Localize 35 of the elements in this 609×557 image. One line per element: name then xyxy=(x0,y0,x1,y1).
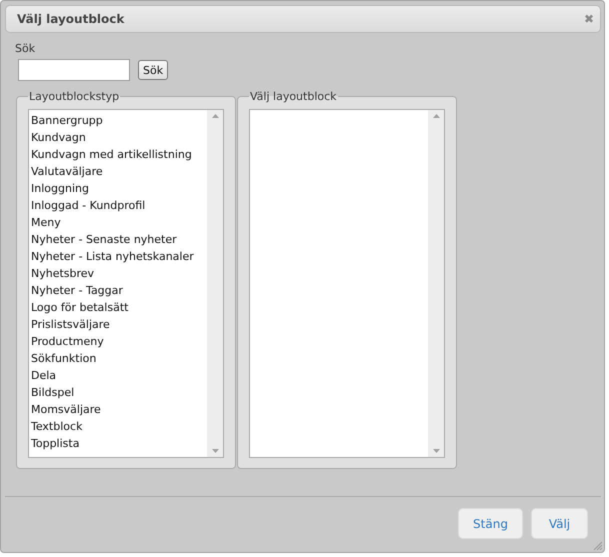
list-item[interactable]: Bildspel xyxy=(30,384,206,401)
list-item[interactable]: Prislistsväljare xyxy=(30,316,206,333)
list-item[interactable]: Logo för betalsätt xyxy=(30,299,206,316)
resize-grip-icon[interactable] xyxy=(593,541,602,550)
list-item[interactable]: Dela xyxy=(30,367,206,384)
panel-legend: Välj layoutblock xyxy=(249,90,338,103)
scroll-down-icon[interactable] xyxy=(212,449,218,453)
search-button[interactable]: Sök xyxy=(138,60,168,80)
list-item[interactable]: Textblock xyxy=(30,418,206,435)
list-item[interactable]: Nyheter - Lista nyhetskanaler xyxy=(30,248,206,265)
list-item[interactable]: Inloggning xyxy=(30,180,206,197)
scrollbar[interactable] xyxy=(207,110,223,457)
list-item[interactable]: Nyheter - Senaste nyheter xyxy=(30,231,206,248)
panel-legend: Layoutblockstyp xyxy=(28,90,120,103)
list-item[interactable]: Valutaväljare xyxy=(30,163,206,180)
list-item[interactable]: Inloggad - Kundprofil xyxy=(30,197,206,214)
list-item[interactable]: Nyheter - Taggar xyxy=(30,282,206,299)
list-item[interactable]: Sökfunktion xyxy=(30,350,206,367)
dialog-button[interactable]: Stäng xyxy=(458,508,523,539)
list-item[interactable]: Bannergrupp xyxy=(30,112,206,129)
scroll-up-icon[interactable] xyxy=(432,114,440,118)
dialog-title: Välj layoutblock xyxy=(17,12,124,26)
dialog-button[interactable]: Välj xyxy=(531,508,588,539)
list-item[interactable]: Kundvagn xyxy=(30,129,206,146)
search-field[interactable] xyxy=(18,59,130,81)
list-item[interactable]: Meny xyxy=(30,214,206,231)
list-item[interactable]: Productmeny xyxy=(30,333,206,350)
list-item[interactable]: Momsväljare xyxy=(30,401,206,418)
list-item[interactable]: Topplista xyxy=(30,435,206,452)
list-item[interactable]: Nyhetsbrev xyxy=(30,265,206,282)
scrollbar[interactable] xyxy=(428,110,444,457)
scroll-up-icon[interactable] xyxy=(212,114,218,118)
list-item[interactable]: Kundvagn med artikellistning xyxy=(30,146,206,163)
scroll-down-icon[interactable] xyxy=(432,449,440,453)
search-label: Sök xyxy=(15,42,36,55)
